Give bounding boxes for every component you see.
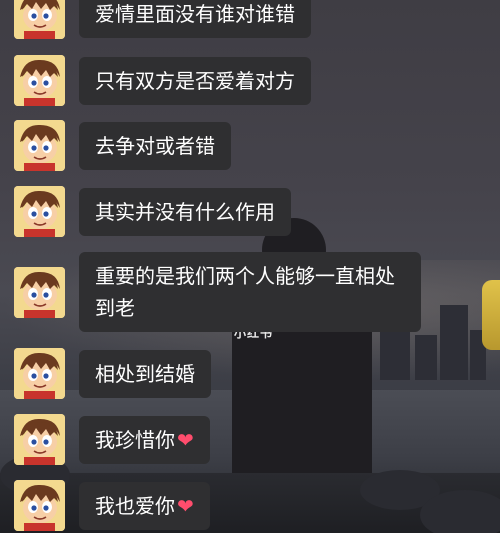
message-text: 其实并没有什么作用 [95, 199, 275, 224]
message-bubble[interactable]: 爱情里面没有谁对谁错 [79, 0, 311, 38]
cartoon-boy-avatar-icon[interactable] [14, 266, 65, 318]
building [440, 305, 468, 380]
chat-message-row: 我珍惜你 ❤ [14, 414, 210, 465]
cartoon-boy-avatar-icon[interactable] [14, 55, 65, 106]
message-bubble[interactable]: 重要的是我们两个人能够一直相处到老 [79, 252, 421, 332]
message-bubble[interactable]: 去争对或者错 [79, 121, 231, 170]
building [415, 335, 437, 380]
message-bubble[interactable]: 只有双方是否爱着对方 [79, 56, 311, 105]
message-bubble[interactable]: 我珍惜你 ❤ [79, 415, 210, 464]
chat-message-row: 相处到结婚 [14, 348, 211, 399]
chat-message-row: 爱情里面没有谁对谁错 [14, 0, 311, 39]
message-text: 我珍惜你 [95, 427, 175, 452]
chat-message-row: 其实并没有什么作用 [14, 186, 291, 237]
cartoon-boy-avatar-icon[interactable] [14, 348, 65, 399]
cartoon-boy-avatar-icon[interactable] [14, 414, 65, 465]
message-text: 去争对或者错 [95, 133, 215, 158]
cartoon-boy-avatar-icon[interactable] [14, 0, 65, 39]
message-text: 只有双方是否爱着对方 [95, 68, 295, 93]
message-text: 重要的是我们两个人能够一直相处到老 [95, 264, 395, 320]
chat-message-row: 去争对或者错 [14, 120, 231, 171]
cartoon-boy-avatar-icon[interactable] [14, 480, 65, 531]
chat-message-row: 只有双方是否爱着对方 [14, 55, 311, 106]
chat-message-row: 我也爱你 ❤ [14, 480, 210, 531]
message-text: 我也爱你 [95, 493, 175, 518]
message-bubble[interactable]: 相处到结婚 [79, 349, 211, 398]
yellow-structure [482, 280, 500, 350]
cartoon-boy-avatar-icon[interactable] [14, 120, 65, 171]
heart-emoji-icon: ❤ [177, 427, 194, 452]
cartoon-boy-avatar-icon[interactable] [14, 186, 65, 237]
message-text: 相处到结婚 [95, 361, 195, 386]
rock [420, 490, 500, 533]
message-text: 爱情里面没有谁对谁错 [95, 1, 295, 26]
chat-message-row: 重要的是我们两个人能够一直相处到老 [14, 252, 421, 332]
message-bubble[interactable]: 其实并没有什么作用 [79, 187, 291, 236]
message-bubble[interactable]: 我也爱你 ❤ [79, 481, 210, 530]
heart-emoji-icon: ❤ [177, 493, 194, 518]
